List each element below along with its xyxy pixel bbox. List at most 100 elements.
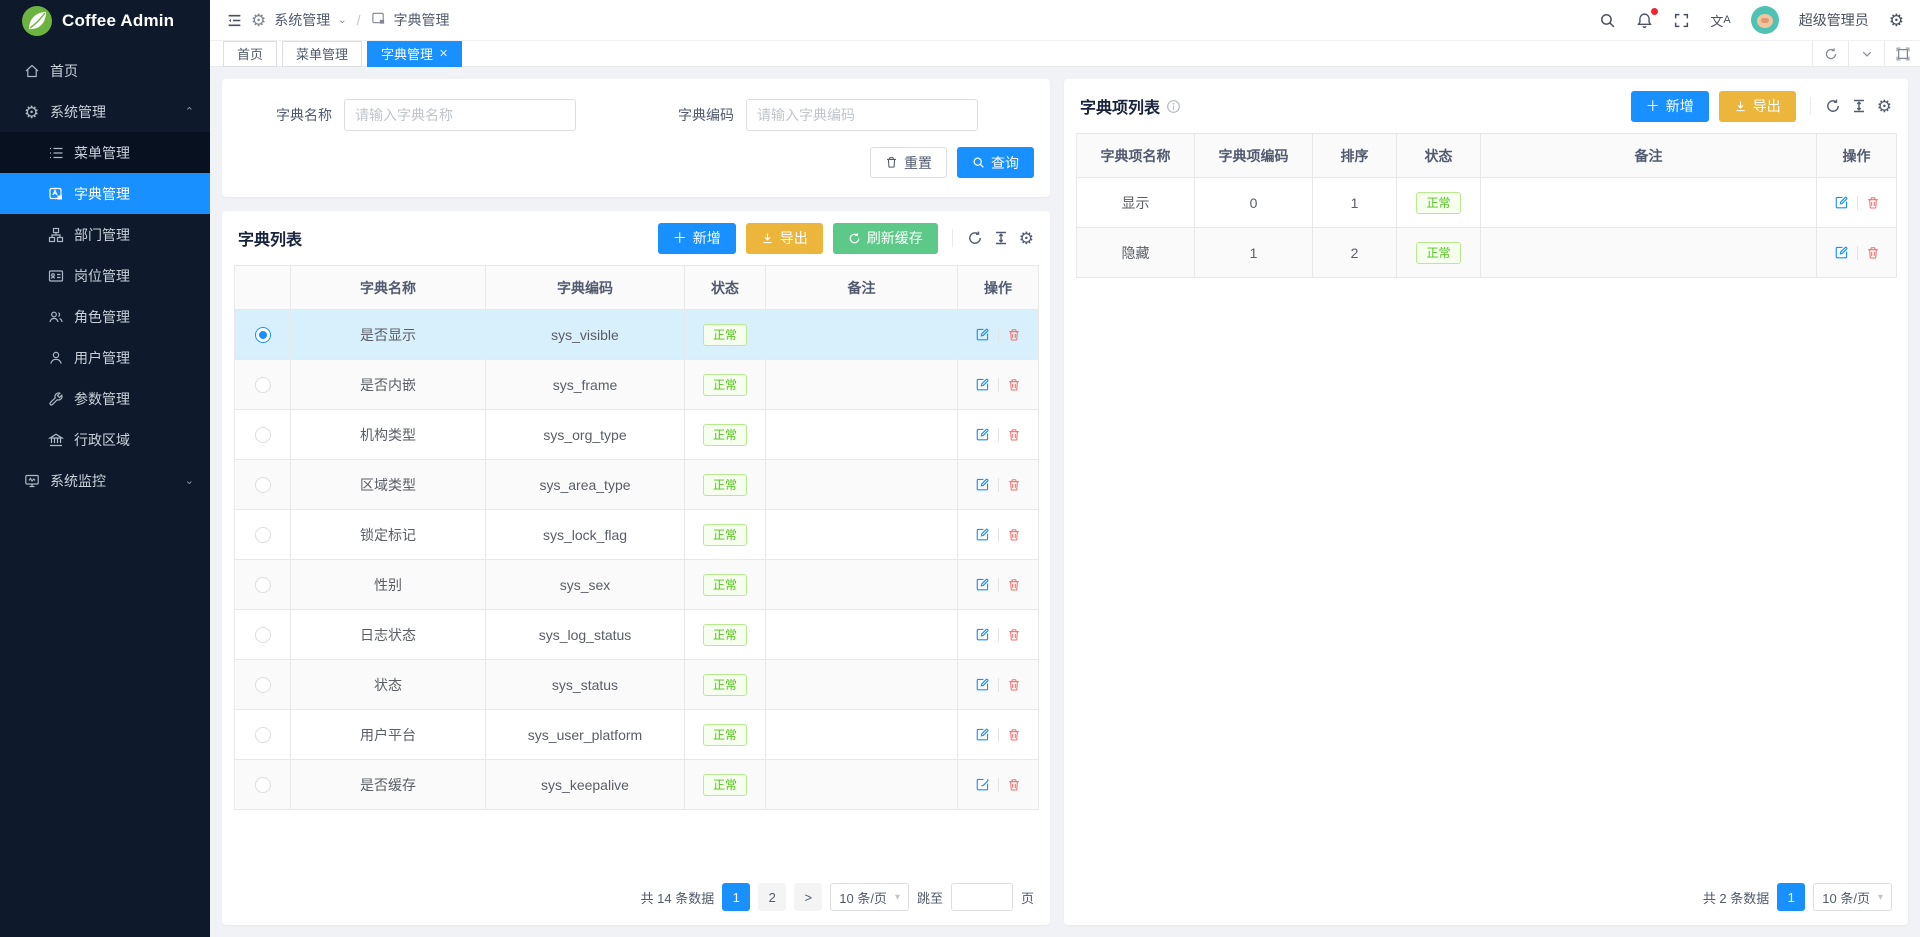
user-name[interactable]: 超级管理员 bbox=[1799, 10, 1869, 30]
sidebar-item-label: 角色管理 bbox=[74, 307, 130, 327]
add-label: 新增 bbox=[693, 228, 721, 248]
row-radio[interactable] bbox=[255, 777, 271, 793]
page-size-select[interactable]: 10 条/页▾ bbox=[1813, 883, 1892, 911]
maximize-icon[interactable] bbox=[1884, 41, 1920, 67]
row-height-icon[interactable] bbox=[993, 230, 1009, 246]
delete-icon[interactable] bbox=[1007, 428, 1021, 442]
app-logo[interactable]: Coffee Admin bbox=[0, 0, 210, 42]
dict-name-input[interactable] bbox=[344, 99, 576, 131]
page-button-1[interactable]: 1 bbox=[1777, 883, 1805, 911]
fullscreen-icon[interactable] bbox=[1673, 12, 1690, 29]
sidebar-item-monitor[interactable]: 系统监控 ⌄ bbox=[0, 460, 210, 501]
table-row[interactable]: 性别 sys_sex 正常 bbox=[235, 560, 1039, 610]
add-item-button[interactable]: ＋新增 bbox=[1631, 91, 1709, 122]
edit-icon[interactable] bbox=[975, 777, 990, 792]
add-button[interactable]: ＋新增 bbox=[658, 223, 736, 254]
table-row[interactable]: 锁定标记 sys_lock_flag 正常 bbox=[235, 510, 1039, 560]
tab-home[interactable]: 首页 bbox=[223, 41, 277, 67]
sidebar-item-dept-mgmt[interactable]: 部门管理 bbox=[0, 214, 210, 255]
row-height-icon[interactable] bbox=[1851, 98, 1867, 114]
chevron-down-icon[interactable] bbox=[1848, 41, 1884, 67]
row-radio[interactable] bbox=[255, 427, 271, 443]
close-icon[interactable]: ✕ bbox=[439, 47, 448, 60]
row-radio[interactable] bbox=[255, 627, 271, 643]
page-button-1[interactable]: 1 bbox=[722, 883, 750, 911]
user-avatar[interactable] bbox=[1751, 6, 1779, 34]
menu-fold-icon[interactable] bbox=[226, 12, 243, 29]
divider bbox=[998, 728, 999, 742]
sidebar-item-home[interactable]: 首页 bbox=[0, 50, 210, 91]
edit-icon[interactable] bbox=[975, 427, 990, 442]
next-page-button[interactable]: > bbox=[794, 883, 822, 911]
export-button[interactable]: 导出 bbox=[746, 223, 823, 254]
row-radio[interactable] bbox=[255, 327, 271, 343]
edit-icon[interactable] bbox=[975, 677, 990, 692]
delete-icon[interactable] bbox=[1007, 678, 1021, 692]
refresh-icon[interactable] bbox=[1825, 98, 1841, 114]
table-settings-icon[interactable]: ⚙ bbox=[1019, 230, 1034, 247]
table-row[interactable]: 机构类型 sys_org_type 正常 bbox=[235, 410, 1039, 460]
edit-icon[interactable] bbox=[1834, 195, 1849, 210]
sidebar-item-menu-mgmt[interactable]: 菜单管理 bbox=[0, 132, 210, 173]
table-row[interactable]: 区域类型 sys_area_type 正常 bbox=[235, 460, 1039, 510]
delete-icon[interactable] bbox=[1007, 528, 1021, 542]
edit-icon[interactable] bbox=[975, 727, 990, 742]
refresh-icon[interactable] bbox=[967, 230, 983, 246]
sidebar-item-user-mgmt[interactable]: 用户管理 bbox=[0, 337, 210, 378]
refresh-cache-button[interactable]: 刷新缓存 bbox=[833, 223, 938, 254]
dict-code-input[interactable] bbox=[746, 99, 978, 131]
search-icon[interactable] bbox=[1599, 12, 1616, 29]
edit-icon[interactable] bbox=[975, 327, 990, 342]
sidebar-item-param-mgmt[interactable]: 参数管理 bbox=[0, 378, 210, 419]
table-row[interactable]: 是否内嵌 sys_frame 正常 bbox=[235, 360, 1039, 410]
tab-dict-mgmt[interactable]: 字典管理✕ bbox=[367, 41, 462, 67]
page-button-2[interactable]: 2 bbox=[758, 883, 786, 911]
refresh-icon[interactable] bbox=[1812, 41, 1848, 67]
edit-icon[interactable] bbox=[975, 377, 990, 392]
breadcrumb-parent[interactable]: 系统管理 bbox=[274, 10, 330, 30]
sidebar-item-role-mgmt[interactable]: 角色管理 bbox=[0, 296, 210, 337]
page-size-select[interactable]: 10 条/页▾ bbox=[830, 883, 909, 911]
row-radio[interactable] bbox=[255, 577, 271, 593]
edit-icon[interactable] bbox=[975, 477, 990, 492]
translate-icon[interactable]: 文A bbox=[1710, 11, 1730, 30]
radio-column-header bbox=[235, 266, 291, 310]
bell-icon[interactable] bbox=[1636, 12, 1653, 29]
delete-icon[interactable] bbox=[1007, 778, 1021, 792]
edit-icon[interactable] bbox=[975, 627, 990, 642]
delete-icon[interactable] bbox=[1007, 478, 1021, 492]
sidebar-item-region-mgmt[interactable]: 行政区域 bbox=[0, 419, 210, 460]
sidebar-item-dict-mgmt[interactable]: 字典管理 bbox=[0, 173, 210, 214]
delete-icon[interactable] bbox=[1866, 196, 1880, 210]
table-settings-icon[interactable]: ⚙ bbox=[1877, 98, 1892, 115]
table-row[interactable]: 日志状态 sys_log_status 正常 bbox=[235, 610, 1039, 660]
edit-icon[interactable] bbox=[975, 577, 990, 592]
export-item-button[interactable]: 导出 bbox=[1719, 91, 1796, 122]
delete-icon[interactable] bbox=[1007, 628, 1021, 642]
table-row[interactable]: 是否缓存 sys_keepalive 正常 bbox=[235, 760, 1039, 810]
row-radio[interactable] bbox=[255, 677, 271, 693]
table-row[interactable]: 显示 0 1 正常 bbox=[1077, 178, 1897, 228]
tab-menu-mgmt[interactable]: 菜单管理 bbox=[282, 41, 362, 67]
table-row[interactable]: 状态 sys_status 正常 bbox=[235, 660, 1039, 710]
edit-icon[interactable] bbox=[975, 527, 990, 542]
edit-icon[interactable] bbox=[1834, 245, 1849, 260]
delete-icon[interactable] bbox=[1866, 246, 1880, 260]
table-row[interactable]: 隐藏 1 2 正常 bbox=[1077, 228, 1897, 278]
sidebar-item-system[interactable]: ⚙ 系统管理 ⌃ bbox=[0, 91, 210, 132]
jump-page-input[interactable] bbox=[951, 883, 1013, 911]
query-button[interactable]: 查询 bbox=[957, 147, 1034, 178]
row-radio[interactable] bbox=[255, 377, 271, 393]
settings-gear-icon[interactable]: ⚙ bbox=[1889, 12, 1904, 29]
delete-icon[interactable] bbox=[1007, 578, 1021, 592]
sidebar-item-post-mgmt[interactable]: 岗位管理 bbox=[0, 255, 210, 296]
reset-button[interactable]: 重置 bbox=[870, 147, 947, 178]
table-row[interactable]: 用户平台 sys_user_platform 正常 bbox=[235, 710, 1039, 760]
delete-icon[interactable] bbox=[1007, 378, 1021, 392]
row-radio[interactable] bbox=[255, 727, 271, 743]
row-radio[interactable] bbox=[255, 477, 271, 493]
delete-icon[interactable] bbox=[1007, 728, 1021, 742]
row-radio[interactable] bbox=[255, 527, 271, 543]
delete-icon[interactable] bbox=[1007, 328, 1021, 342]
table-row[interactable]: 是否显示 sys_visible 正常 bbox=[235, 310, 1039, 360]
